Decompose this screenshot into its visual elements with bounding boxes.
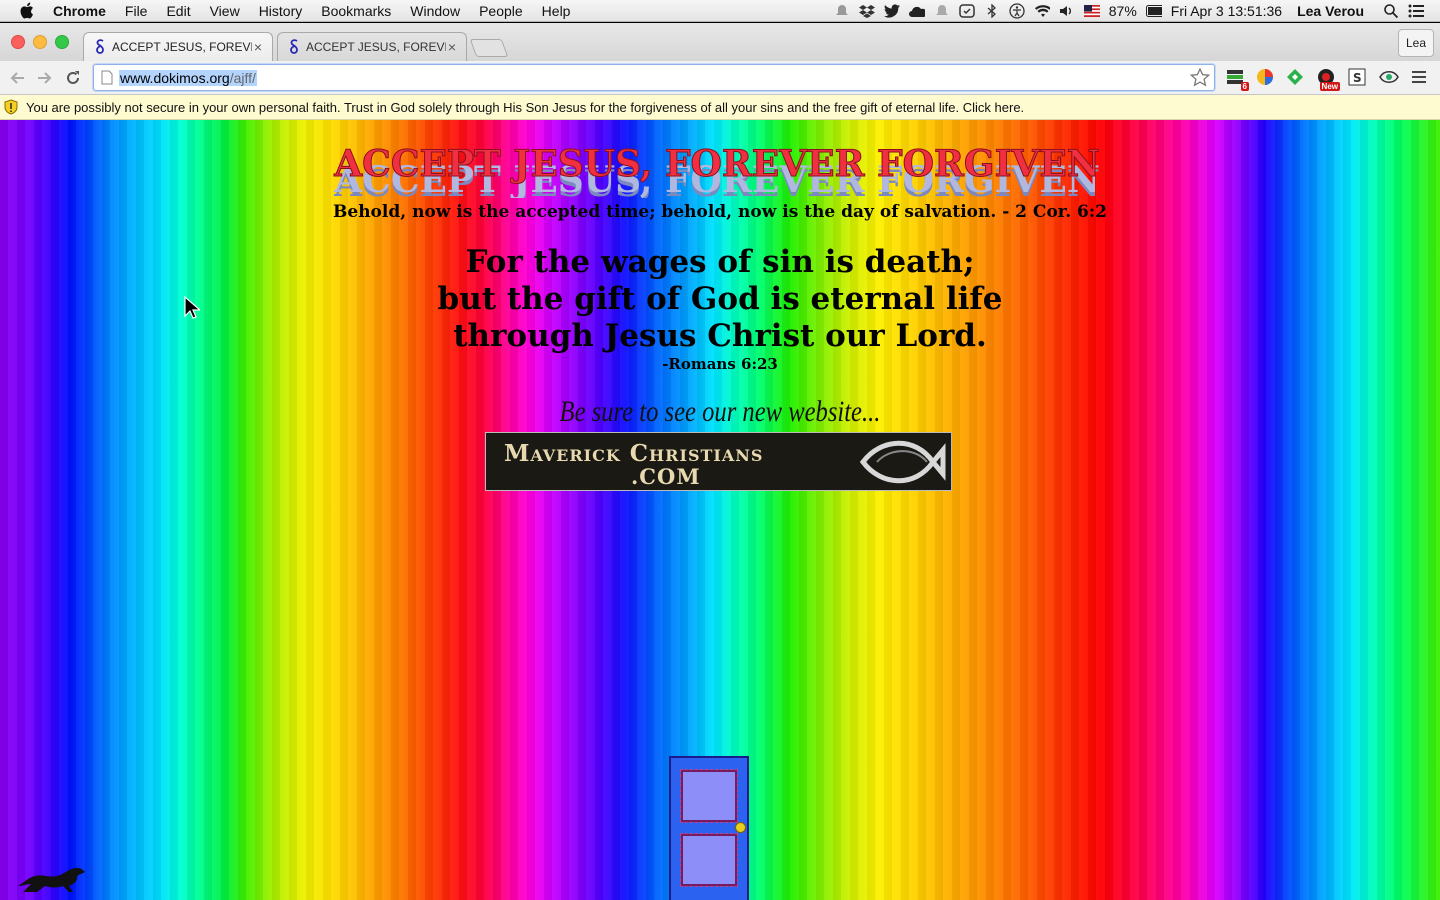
mouse-cursor-icon	[184, 296, 200, 319]
bluetooth-icon[interactable]	[984, 3, 1000, 18]
bookmark-star-icon[interactable]	[1190, 68, 1210, 87]
menu-help[interactable]: Help	[542, 3, 571, 19]
macos-menubar: Chrome File Edit View History Bookmarks …	[0, 0, 1440, 22]
maverick-dotcom: .COM	[631, 464, 701, 489]
us-flag-icon[interactable]	[1083, 4, 1100, 18]
extension-stack-icon[interactable]: 6	[1225, 67, 1249, 91]
maverick-christians-banner-link[interactable]: Maverick Christians .COM	[485, 432, 952, 491]
notification-icon[interactable]	[834, 4, 850, 18]
spotlight-icon[interactable]	[1383, 3, 1399, 18]
battery-icon[interactable]	[1145, 4, 1162, 18]
user-name[interactable]: Lea Verou	[1297, 3, 1364, 19]
tab-title: ACCEPT JESUS, FOREVER FORGIVEN	[112, 40, 252, 54]
eye-extension-icon[interactable]	[1379, 67, 1399, 87]
tab-title: ACCEPT JESUS, FOREVER FORGIVEN	[306, 40, 446, 54]
banner-title: ACCEPT JESUS, FOREVER FORGIVEN	[333, 143, 1100, 185]
forward-arrow-icon[interactable]	[35, 68, 55, 88]
tab-inactive[interactable]: ACCEPT JESUS, FOREVER FORGIVEN ×	[277, 32, 467, 61]
verse-reference: -Romans 6:23	[662, 355, 778, 373]
volume-icon[interactable]	[1059, 4, 1075, 18]
accessibility-icon[interactable]	[1009, 2, 1025, 19]
menu-window[interactable]: Window	[410, 3, 460, 19]
notification-bell-icon[interactable]	[934, 4, 950, 18]
shield-warning-icon	[4, 99, 18, 115]
reload-icon[interactable]	[63, 68, 83, 88]
window-controls	[11, 35, 69, 49]
chrome-menu-icon[interactable]	[1409, 67, 1429, 87]
new-badge: New	[1319, 82, 1340, 91]
profile-button[interactable]: Lea	[1397, 29, 1434, 57]
new-tab-button[interactable]	[469, 39, 509, 57]
be-sure-heading: Be sure to see our new website...	[559, 395, 881, 428]
menu-people[interactable]: People	[479, 3, 523, 19]
notification-center-icon[interactable]	[1408, 4, 1424, 18]
door-knob-icon	[735, 822, 746, 833]
infobar-message[interactable]: You are possibly not secure in your own …	[26, 100, 1024, 115]
back-arrow-icon[interactable]	[7, 68, 27, 88]
address-bar[interactable]: www.dokimos.org/ajff/	[93, 64, 1215, 91]
page-icon	[101, 70, 113, 85]
running-panther-icon	[17, 868, 85, 892]
page-content: ACCEPT JESUS, FOREVER FORGIVEN ACCEPT JE…	[0, 120, 1440, 900]
tab-active[interactable]: ACCEPT JESUS, FOREVER FORGIVEN ×	[83, 32, 273, 61]
s-extension-icon[interactable]: S	[1347, 67, 1367, 87]
menu-history[interactable]: History	[259, 3, 303, 19]
window-minimize-button[interactable]	[33, 35, 47, 49]
menu-app-name[interactable]: Chrome	[53, 3, 106, 19]
menu-edit[interactable]: Edit	[166, 3, 190, 19]
menu-bookmarks[interactable]: Bookmarks	[321, 3, 391, 19]
accept-jesus-banner: ACCEPT JESUS, FOREVER FORGIVEN ACCEPT JE…	[333, 143, 1101, 199]
browser-toolbar: www.dokimos.org/ajff/ 6 New S	[0, 61, 1440, 95]
door-panel-top	[680, 769, 738, 823]
pie-chart-extension-icon[interactable]	[1255, 67, 1275, 87]
maverick-title: Maverick Christians	[504, 440, 764, 467]
new-extension-icon[interactable]: New	[1316, 67, 1340, 91]
dokimos-favicon-icon	[96, 39, 104, 54]
verse-line: but the gift of God is eternal life	[437, 281, 1003, 317]
dokimos-favicon-icon	[290, 39, 298, 54]
clock[interactable]: Fri Apr 3 13:51:36	[1171, 3, 1282, 19]
verse-2-cor: Behold, now is the accepted time; behold…	[333, 202, 1107, 222]
timer-icon[interactable]	[959, 3, 975, 18]
verse-line: For the wages of sin is death;	[465, 244, 975, 280]
url-text[interactable]: www.dokimos.org/ajff/	[119, 70, 257, 86]
extension-badge: 6	[1240, 82, 1249, 91]
tab-close-icon[interactable]: ×	[446, 39, 458, 55]
feedly-extension-icon[interactable]	[1285, 67, 1305, 87]
verse-romans: For the wages of sin is death; but the g…	[0, 244, 1440, 355]
cloud-app-icon[interactable]	[908, 4, 925, 18]
ichthys-horseshoe-icon	[859, 440, 946, 484]
menu-file[interactable]: File	[125, 3, 148, 19]
door-link[interactable]	[669, 756, 749, 900]
menu-view[interactable]: View	[210, 3, 240, 19]
window-close-button[interactable]	[11, 35, 25, 49]
url-host: www.dokimos.org	[120, 70, 230, 86]
wifi-icon[interactable]	[1034, 4, 1050, 18]
faith-infobar[interactable]: You are possibly not secure in your own …	[0, 95, 1440, 120]
window-zoom-button[interactable]	[55, 35, 69, 49]
tab-close-icon[interactable]: ×	[252, 39, 264, 55]
door-panel-bottom	[680, 833, 738, 887]
battery-percent: 87%	[1108, 2, 1137, 19]
svg-text:S: S	[1353, 71, 1362, 85]
twitter-icon[interactable]	[883, 3, 900, 18]
url-path: /ajff/	[229, 70, 256, 86]
apple-menu-icon[interactable]	[19, 2, 39, 19]
verse-line: through Jesus Christ our Lord.	[453, 318, 987, 354]
dropbox-icon[interactable]	[858, 4, 875, 18]
tab-strip: ACCEPT JESUS, FOREVER FORGIVEN × ACCEPT …	[0, 23, 1440, 61]
status-area: 87% Fri Apr 3 13:51:36 Lea Verou	[834, 3, 1440, 19]
